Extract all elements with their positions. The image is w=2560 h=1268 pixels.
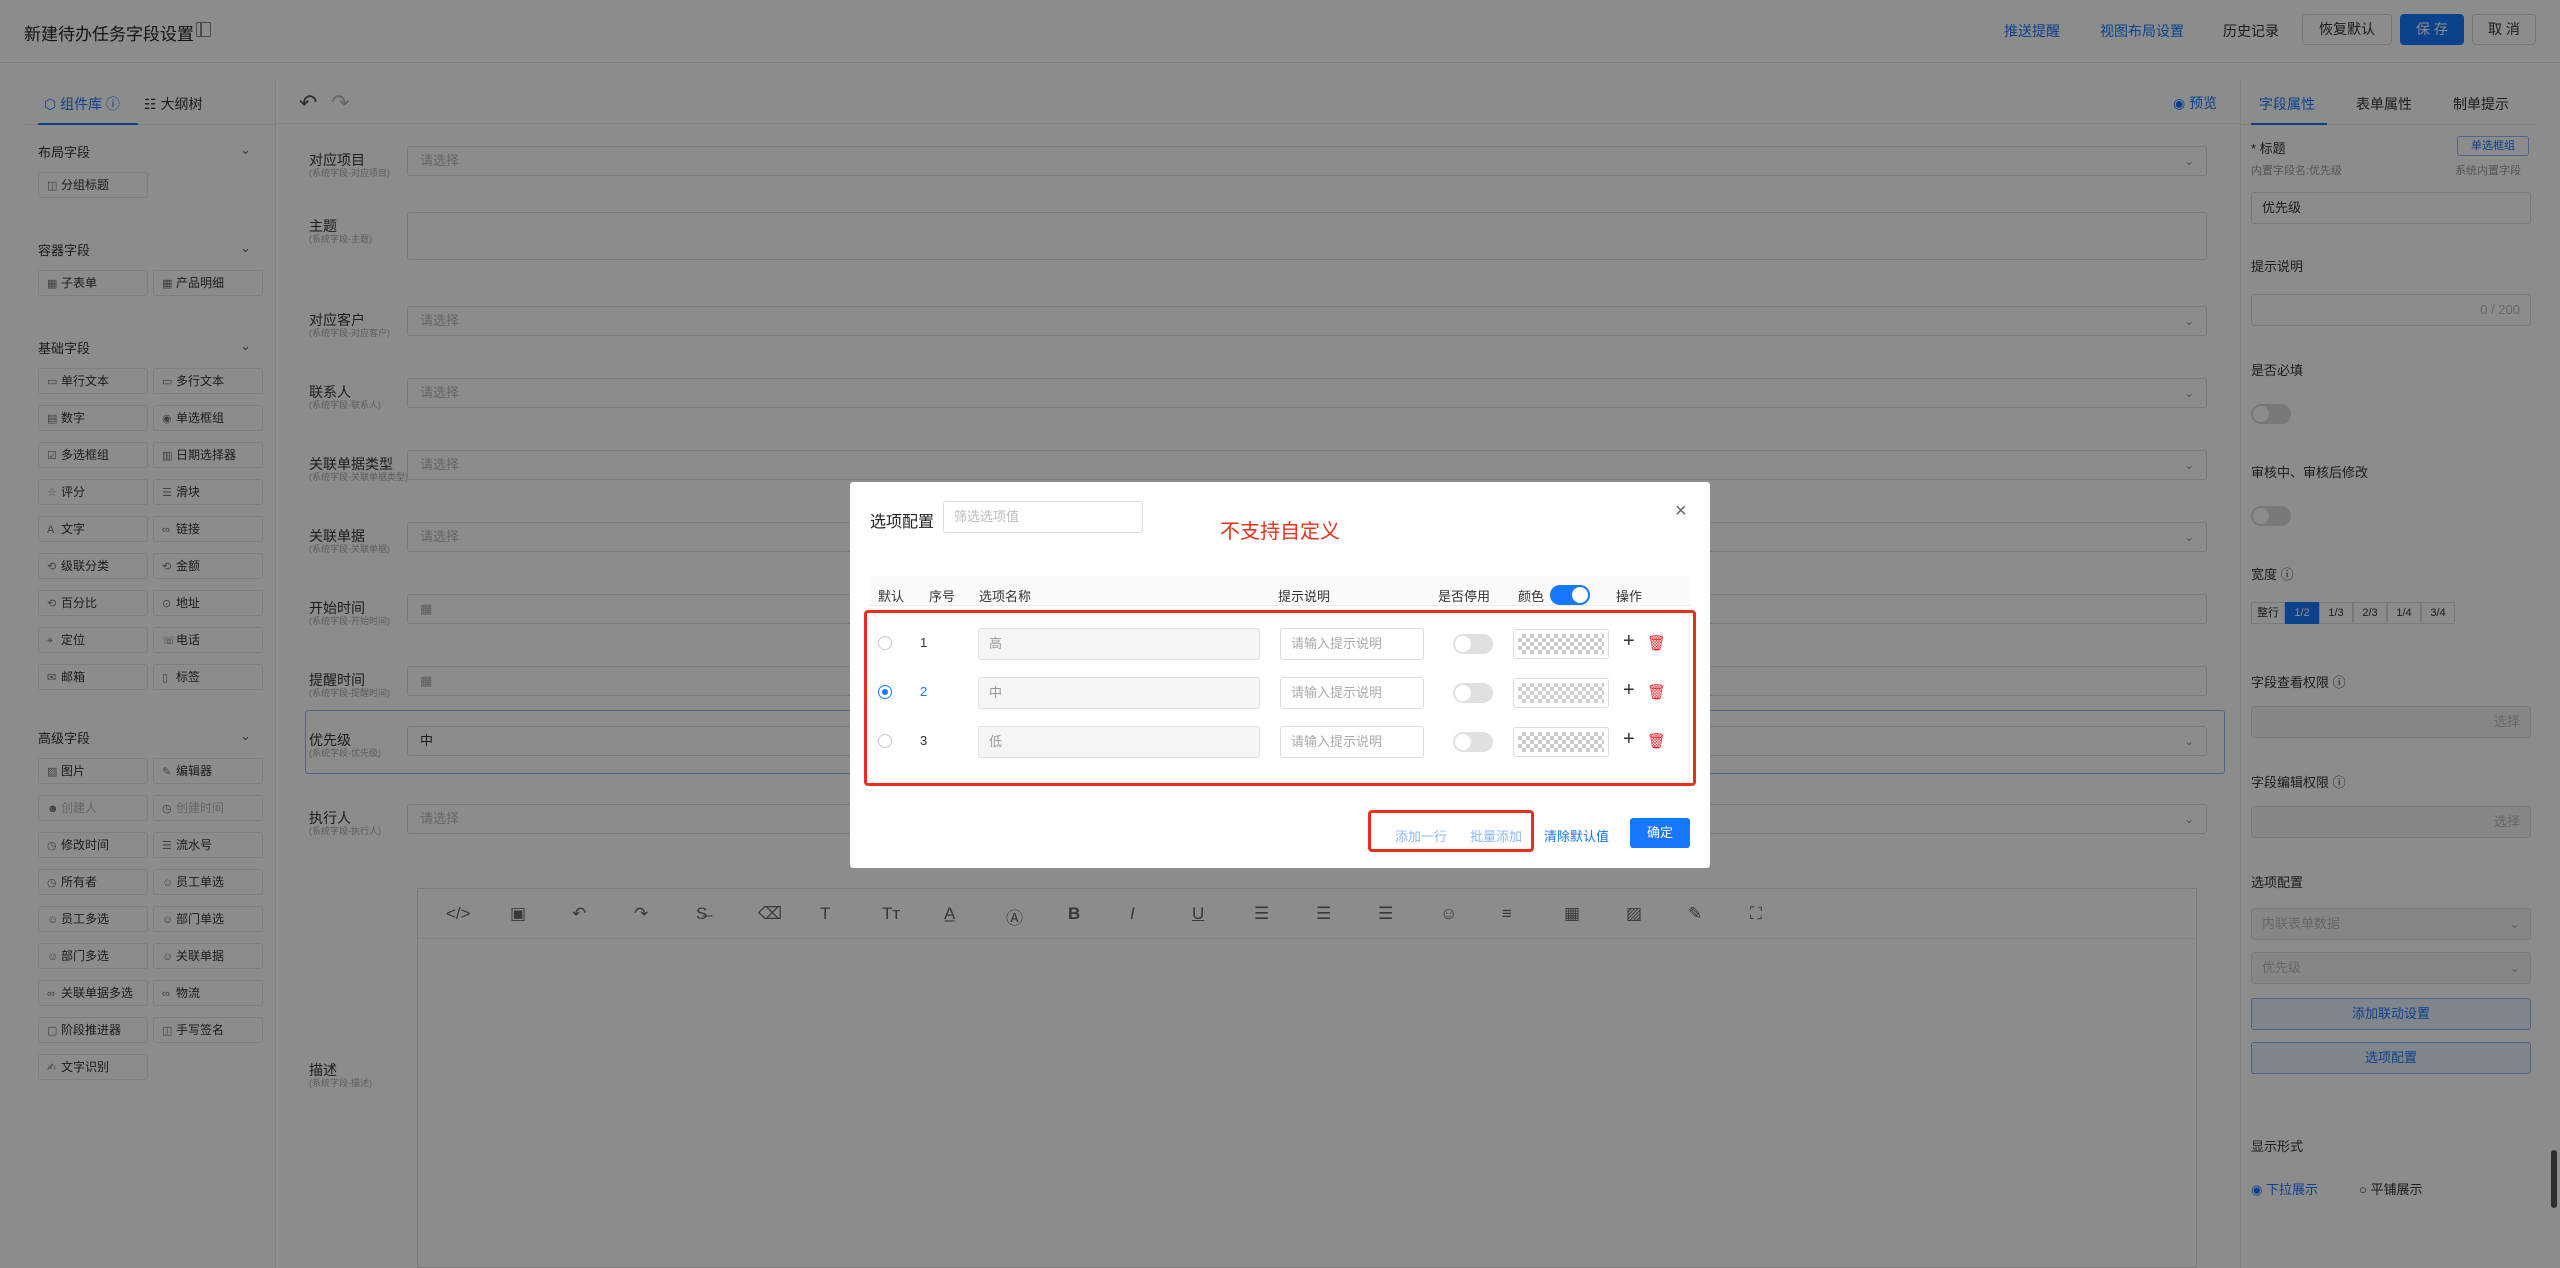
annotation-note: 不支持自定义: [1220, 521, 1340, 543]
options-config-modal: 选项配置 筛选选项值 不支持自定义 × 默认 序号 选项名称 提示说明 是否停用…: [850, 482, 1710, 868]
confirm-button[interactable]: 确定: [1630, 818, 1690, 848]
col-index: 序号: [929, 589, 956, 604]
clear-default-link[interactable]: 清除默认值: [1544, 826, 1609, 845]
annotation-box-actions: [1368, 810, 1534, 852]
annotation-box-rows: [864, 610, 1696, 786]
col-color: 颜色: [1518, 589, 1545, 604]
app-root: 新建待办任务字段设置 推送提醒 视图布局设置 历史记录 恢复默认 保 存 取 消…: [0, 0, 2560, 1268]
modal-title: 选项配置: [870, 514, 935, 531]
close-icon[interactable]: ×: [1675, 500, 1687, 523]
col-default: 默认: [878, 589, 905, 604]
col-tip: 提示说明: [1278, 589, 1331, 604]
col-disabled: 是否停用: [1438, 589, 1491, 604]
filter-input[interactable]: 筛选选项值: [943, 501, 1143, 533]
col-name: 选项名称: [979, 589, 1032, 604]
color-toggle[interactable]: [1550, 585, 1590, 605]
col-actions: 操作: [1616, 589, 1643, 604]
